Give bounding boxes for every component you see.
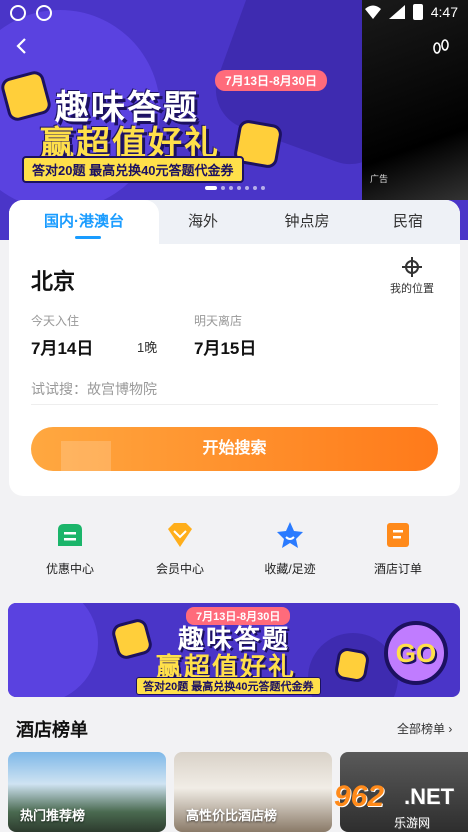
carousel-dot <box>237 186 241 190</box>
promo-subtitle: 答对20题 最高兑换40元答题代金券 <box>136 677 321 695</box>
carousel-dot <box>253 186 257 190</box>
carousel-dots <box>205 186 265 190</box>
hero-date-pill: 7月13日-8月30日 <box>215 70 328 91</box>
notification-icon <box>36 5 52 21</box>
app-root: 7月13日-8月30日 趣味答题 赢超值好礼 答对20题 最高兑换40元答题代金… <box>0 0 468 832</box>
ad-label: 广告 <box>370 174 389 184</box>
quick-link-label: 酒店订单 <box>373 562 422 576</box>
promo-banner[interactable]: 7月13日-8月30日 趣味答题 赢超值好礼 答对20题 最高兑换40元答题代金… <box>8 603 460 697</box>
status-time: 4:47 <box>430 4 458 20</box>
watermark-number: 962 <box>334 780 385 813</box>
start-search-label: 开始搜索 <box>202 440 267 457</box>
tab-hourly[interactable]: 钟点房 <box>265 200 349 244</box>
quick-link-favorites[interactable]: 收藏/足迹 <box>250 520 330 577</box>
city-selector[interactable]: 北京 <box>31 264 75 296</box>
quick-link-label: 收藏/足迹 <box>264 562 316 576</box>
hero-subtitle: 答对20题 最高兑换40元答题代金券 <box>22 156 244 183</box>
status-bar: 4:47 <box>0 0 468 26</box>
footprint-icon[interactable] <box>430 36 452 58</box>
ranking-card-value[interactable]: 高性价比酒店榜 <box>174 752 332 832</box>
tab-bar: 国内·港澳台 海外 钟点房 民宿 <box>9 200 460 244</box>
back-icon[interactable] <box>12 36 32 56</box>
button-decoration <box>61 441 111 471</box>
star-icon <box>275 520 305 550</box>
start-search-button[interactable]: 开始搜索 <box>31 427 438 471</box>
watermark-sub: 乐游网 <box>394 816 431 830</box>
diamond-icon <box>165 520 195 550</box>
divider <box>31 404 438 405</box>
tab-overseas[interactable]: 海外 <box>159 200 247 244</box>
ranking-card-caption: 高性价比酒店榜 <box>186 808 278 823</box>
nights-count: 1晚 <box>137 340 158 355</box>
ranking-card-caption: 热门推荐榜 <box>20 808 86 823</box>
keyword-search-input[interactable]: 试试搜：故宫博物院 <box>31 379 157 399</box>
signal-icon <box>388 5 405 19</box>
carousel-dot <box>245 186 249 190</box>
go-button[interactable]: GO <box>384 621 448 685</box>
ranking-card-popular[interactable]: 热门推荐榜 <box>8 752 166 832</box>
quick-link-membership[interactable]: 会员中心 <box>140 520 220 577</box>
quick-links: 优惠中心 会员中心 收藏/足迹 酒店订单 <box>0 520 468 580</box>
carousel-dot-active <box>205 186 217 190</box>
rankings-title: 酒店榜单 <box>16 720 88 740</box>
banner-bg-shape <box>8 603 98 697</box>
banner-next-slide <box>362 0 468 200</box>
carousel-dot <box>221 186 225 190</box>
watermark-net: .NET <box>404 784 455 809</box>
coupon-icon <box>55 520 85 550</box>
quick-link-coupons[interactable]: 优惠中心 <box>30 520 110 577</box>
checkin-date[interactable]: 7月14日 <box>31 334 93 359</box>
quick-link-orders[interactable]: 酒店订单 <box>358 520 438 577</box>
my-location-label: 我的位置 <box>390 283 434 295</box>
my-location-button[interactable]: 我的位置 <box>387 257 437 296</box>
checkout-date[interactable]: 7月15日 <box>194 334 256 359</box>
checkin-label: 今天入住 <box>31 314 80 328</box>
wifi-icon <box>364 5 381 19</box>
quick-link-label: 优惠中心 <box>45 562 94 576</box>
carousel-dot <box>261 186 265 190</box>
tab-indicator <box>75 236 101 239</box>
tab-homestay[interactable]: 民宿 <box>365 200 451 244</box>
search-card: 国内·港澳台 海外 钟点房 民宿 北京 我的位置 今天入住 7月14日 1晚 明… <box>9 200 460 496</box>
locate-icon <box>402 257 422 277</box>
carousel-dot <box>229 186 233 190</box>
battery-icon <box>412 4 423 20</box>
quick-link-label: 会员中心 <box>155 562 204 576</box>
site-watermark: 962 .NET 乐游网 <box>334 780 468 832</box>
thumbs-up-icon <box>109 616 155 662</box>
all-rankings-link[interactable]: 全部榜单 › <box>397 720 452 737</box>
order-icon <box>383 520 413 550</box>
checkout-label: 明天离店 <box>194 314 243 328</box>
notification-icon <box>10 5 26 21</box>
